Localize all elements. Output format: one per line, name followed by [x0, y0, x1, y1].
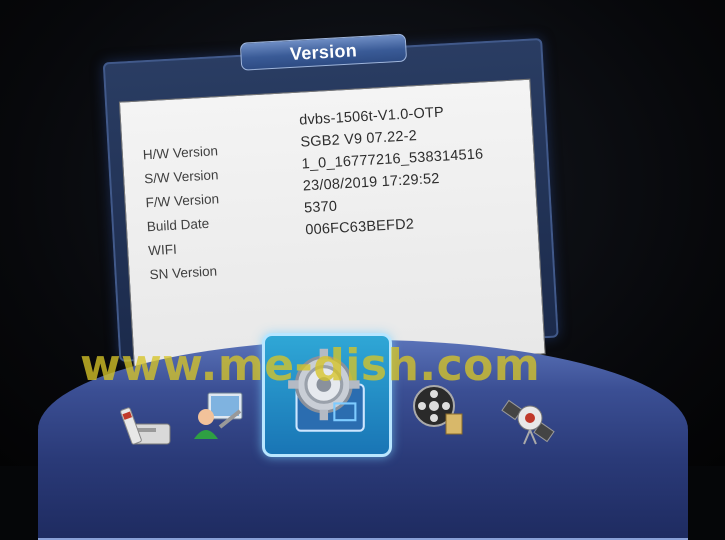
- satellite-icon: [501, 399, 555, 445]
- menu-item-installation[interactable]: [118, 398, 176, 456]
- hw-version-value: dvbs-1506t-V1.0-OTP: [298, 104, 445, 129]
- tv-screen: H/W Version dvbs-1506t-V1.0-OTP S/W Vers…: [0, 0, 725, 540]
- watermark-text: www.me-dish.com: [80, 340, 541, 391]
- user-tools-icon: [194, 392, 243, 439]
- wifi-value: 5370: [303, 198, 338, 217]
- menu-item-satellite[interactable]: [500, 390, 558, 448]
- version-dialog: H/W Version dvbs-1506t-V1.0-OTP S/W Vers…: [101, 10, 559, 378]
- installation-icon: [120, 407, 171, 445]
- sn-version-label: SN Version: [149, 263, 218, 283]
- menu-item-user-tools[interactable]: [190, 383, 248, 441]
- dialog-frame: H/W Version dvbs-1506t-V1.0-OTP S/W Vers…: [102, 37, 559, 378]
